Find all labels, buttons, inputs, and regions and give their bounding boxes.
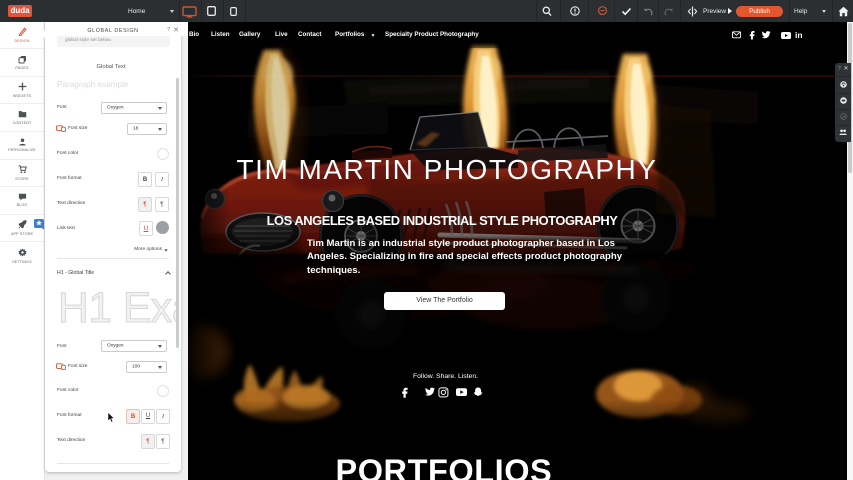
- svg-text:in: in: [795, 30, 802, 40]
